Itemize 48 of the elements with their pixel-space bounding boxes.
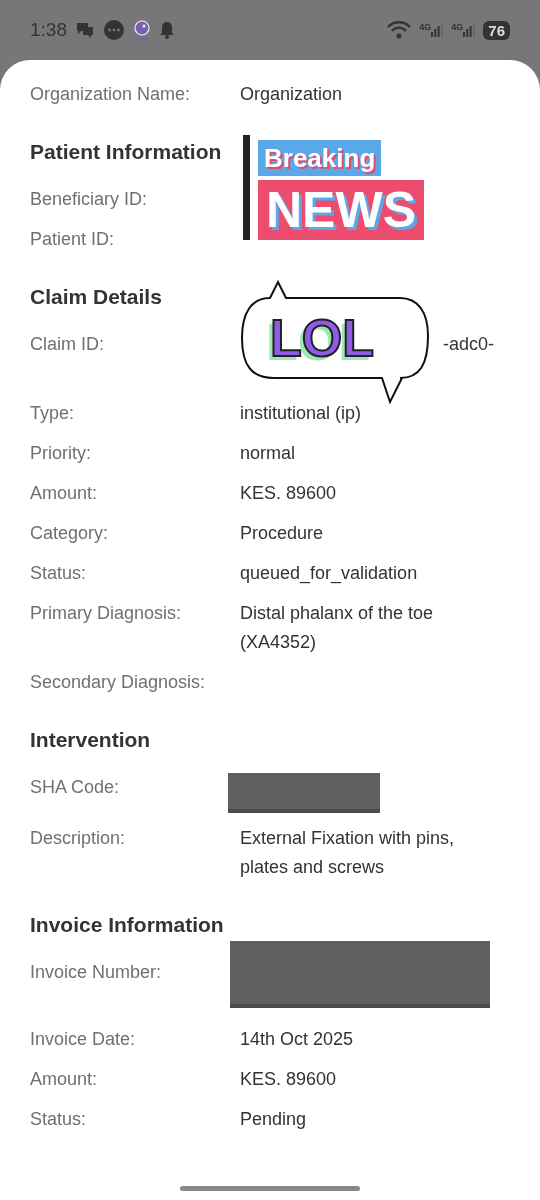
field-value: Procedure xyxy=(240,522,324,545)
sticker-text: Breaking xyxy=(258,140,382,176)
field-label: Beneficiary ID: xyxy=(30,188,149,211)
field-value: Pending xyxy=(240,1108,307,1131)
section-heading: Claim Details xyxy=(30,284,162,310)
field-value: 14th Oct 2025 xyxy=(240,1028,354,1051)
battery-level: 76 xyxy=(483,20,510,40)
field-label: Description: xyxy=(30,827,127,850)
bell-icon xyxy=(159,21,175,39)
field-label: Category: xyxy=(30,522,110,545)
section-heading: Patient Information xyxy=(30,139,222,165)
field-label: Amount: xyxy=(30,1068,99,1091)
section-heading: Intervention xyxy=(30,727,151,753)
field-value: External Fixation with pins, plates and screws xyxy=(240,827,456,879)
field-label: Patient ID: xyxy=(30,228,116,251)
field-value: -adc0- xyxy=(442,333,494,356)
field-value: queued_for_validation xyxy=(240,562,418,586)
field-label: Secondary Diagnosis: xyxy=(30,671,207,694)
field-value: institutional (ip) xyxy=(240,402,362,425)
field-value: Distal phalanx of the toe (XA4352) xyxy=(240,602,435,654)
field-label: Status: xyxy=(30,562,88,585)
clock-time: 1:38 xyxy=(30,17,67,42)
field-label: Primary Diagnosis: xyxy=(30,602,183,625)
network-label: 4G xyxy=(451,23,464,32)
field-value: normal xyxy=(240,442,296,465)
field-label: Claim ID: xyxy=(30,333,105,356)
home-indicator[interactable] xyxy=(180,1186,360,1191)
field-label: Type: xyxy=(30,402,76,425)
field-label: SHA Code: xyxy=(30,776,121,799)
camera-icon xyxy=(133,19,151,41)
section-heading: Invoice Information xyxy=(30,912,224,938)
signal-icon xyxy=(431,23,444,37)
network-label: 4G xyxy=(419,23,432,32)
field-label: Invoice Date: xyxy=(30,1028,137,1051)
field-label: Amount: xyxy=(30,482,99,505)
signal-icon xyxy=(463,23,476,37)
field-value: Organization xyxy=(240,83,343,106)
chat-icon xyxy=(75,21,95,39)
field-label: Organization Name: xyxy=(30,83,192,106)
field-value: KES. 89600 xyxy=(240,1068,337,1091)
field-label: Priority: xyxy=(30,442,92,465)
wifi-icon xyxy=(387,21,412,39)
message-icon xyxy=(103,19,125,41)
field-label: Invoice Number: xyxy=(30,961,163,984)
sticker-text: NEWS xyxy=(258,180,424,240)
field-label: Status: xyxy=(30,1108,88,1131)
sticker-text: LOL xyxy=(270,308,374,368)
field-value: KES. 89600 xyxy=(240,482,337,505)
